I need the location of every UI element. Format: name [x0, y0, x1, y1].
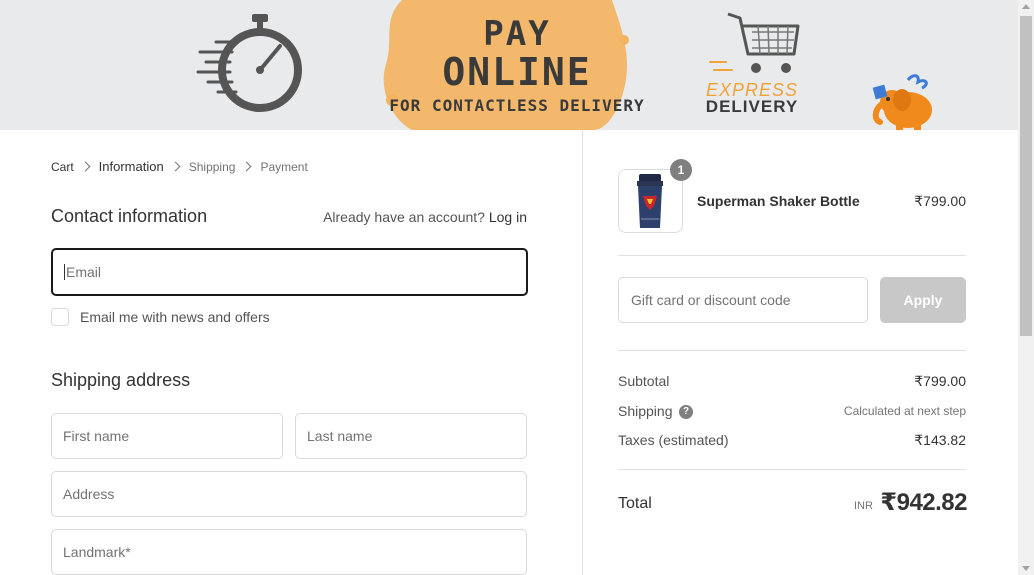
text-cursor [64, 264, 65, 280]
last-name-field[interactable]: Last name [295, 413, 527, 459]
summary-divider [618, 255, 966, 256]
shipping-label: Shipping [618, 403, 673, 419]
column-divider [582, 130, 583, 575]
banner-delivery-text: DELIVERY [705, 97, 799, 116]
shopping-cart-icon [709, 12, 800, 73]
email-placeholder: Email [66, 264, 102, 280]
account-prompt: Already have an account? Log in [323, 209, 527, 225]
breadcrumb-shipping: Shipping [188, 159, 236, 174]
product-name: Superman Shaker Bottle [697, 193, 860, 209]
discount-code-field[interactable]: Gift card or discount code [618, 277, 868, 323]
breadcrumb: Cart Information Shipping Payment [51, 159, 308, 174]
scrollbar-thumb[interactable] [1020, 16, 1032, 336]
summary-divider [618, 350, 966, 351]
subtotal-value: ₹799.00 [914, 373, 966, 389]
banner-pay-text: PAY [483, 14, 551, 54]
shipping-address-title: Shipping address [51, 370, 191, 390]
taxes-value: ₹143.82 [914, 432, 966, 448]
apply-discount-button[interactable]: Apply [880, 277, 966, 323]
chevron-right-icon [170, 161, 181, 172]
breadcrumb-payment: Payment [260, 159, 308, 174]
address-placeholder: Address [63, 486, 115, 502]
address-field[interactable]: Address [51, 471, 527, 517]
shaker-bottle-image [637, 174, 663, 228]
breadcrumb-information: Information [98, 159, 164, 174]
total-label: Total [618, 495, 652, 512]
shipping-value: Calculated at next step [843, 404, 966, 418]
last-name-placeholder: Last name [307, 428, 373, 444]
total-value: ₹942.82 [880, 489, 967, 516]
first-name-field[interactable]: First name [51, 413, 283, 459]
contact-information-title: Contact information [51, 206, 208, 226]
quantity-badge: 1 [670, 159, 692, 181]
landmark-placeholder: Landmark* [63, 544, 131, 560]
elephant-mascot-icon [872, 74, 932, 130]
account-prompt-text: Already have an account? [323, 209, 485, 225]
total-currency: INR [854, 500, 873, 512]
taxes-label: Taxes (estimated) [618, 432, 729, 448]
breadcrumb-cart-link[interactable]: Cart [51, 160, 74, 174]
subtotal-label: Subtotal [618, 373, 670, 389]
scroll-up-arrow-icon[interactable] [1022, 4, 1030, 9]
stopwatch-icon [196, 14, 302, 112]
banner-contactless-text: FOR CONTACTLESS DELIVERY [389, 96, 645, 115]
email-field[interactable]: Email [51, 248, 528, 296]
newsletter-checkbox[interactable] [51, 308, 69, 326]
summary-divider [618, 469, 966, 470]
question-mark-icon[interactable]: ? [679, 405, 693, 419]
landmark-field[interactable]: Landmark* [51, 529, 527, 575]
first-name-placeholder: First name [63, 428, 130, 444]
discount-code-placeholder: Gift card or discount code [631, 292, 791, 308]
scroll-down-arrow-icon[interactable] [1022, 566, 1030, 571]
newsletter-label[interactable]: Email me with news and offers [80, 309, 270, 325]
banner-online-text: ONLINE [442, 50, 592, 94]
chevron-right-icon [241, 161, 252, 172]
product-price: ₹799.00 [914, 193, 966, 209]
promo-banner: PAY ONLINE FOR CONTACTLESS DELIVERY EXPR… [0, 0, 1018, 130]
login-link[interactable]: Log in [489, 209, 527, 225]
chevron-right-icon [80, 161, 91, 172]
